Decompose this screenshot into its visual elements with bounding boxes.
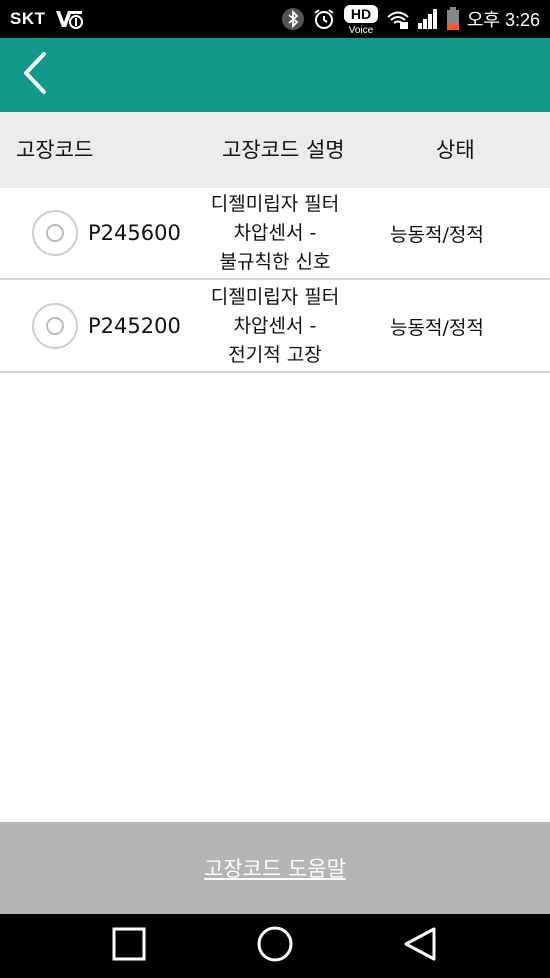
fault-status: 능동적/정적 — [390, 317, 484, 339]
carrier-label: SKT — [10, 9, 46, 28]
signal-icon — [417, 8, 439, 30]
hd-label: HD — [351, 6, 371, 22]
lte-icon — [54, 7, 84, 31]
description-line: 디젤미립자 필터 — [210, 286, 340, 308]
bluetooth-icon — [281, 7, 305, 31]
fault-status: 능동적/정적 — [390, 224, 484, 246]
hd-voice-icon: HD Voice — [343, 4, 379, 34]
app-bar — [0, 38, 550, 112]
chevron-left-icon — [20, 51, 50, 99]
fault-code: P245200 — [88, 314, 181, 338]
battery-icon — [446, 7, 460, 31]
wifi-icon — [386, 8, 410, 30]
square-icon — [111, 926, 147, 966]
description-line: 차압센서 - — [233, 315, 317, 337]
status-right: HD Voice 오후 3:26 — [281, 4, 540, 34]
radio-inner — [46, 224, 64, 242]
description-line: 전기적 고장 — [228, 344, 322, 366]
help-label: 고장코드 도움말 — [204, 857, 346, 881]
fault-description: 디젤미립자 필터 차압센서 - 불규칙한 신호 — [180, 190, 370, 277]
fault-code-help-button[interactable]: 고장코드 도움말 — [0, 822, 550, 914]
voice-label: Voice — [349, 25, 374, 34]
table-header: 고장코드 고장코드 설명 상태 — [0, 112, 550, 188]
radio-button[interactable] — [32, 303, 78, 349]
header-code: 고장코드 — [16, 138, 94, 162]
recent-apps-button[interactable] — [109, 926, 149, 966]
nav-back-button[interactable] — [400, 926, 440, 966]
status-bar: SKT HD Voice 오후 3:26 — [0, 0, 550, 38]
navigation-bar — [0, 914, 550, 978]
radio-inner — [46, 317, 64, 335]
description-line: 불규칙한 신호 — [219, 251, 331, 273]
circle-icon — [256, 925, 294, 967]
table-row[interactable]: P245600 디젤미립자 필터 차압센서 - 불규칙한 신호 능동적/정적 — [0, 188, 550, 280]
status-left: SKT — [10, 7, 84, 31]
triangle-back-icon — [402, 926, 438, 966]
fault-code: P245600 — [88, 221, 181, 245]
description-line: 디젤미립자 필터 — [210, 193, 340, 215]
fault-description: 디젤미립자 필터 차압센서 - 전기적 고장 — [180, 283, 370, 370]
home-button[interactable] — [255, 925, 295, 967]
back-button[interactable] — [10, 50, 60, 100]
header-description: 고장코드 설명 — [222, 138, 345, 162]
table-row[interactable]: P245200 디젤미립자 필터 차압센서 - 전기적 고장 능동적/정적 — [0, 281, 550, 373]
clock: 오후 3:26 — [466, 10, 540, 30]
radio-button[interactable] — [32, 210, 78, 256]
header-status: 상태 — [436, 138, 475, 162]
description-line: 차압센서 - — [233, 222, 317, 244]
alarm-icon — [312, 7, 336, 31]
